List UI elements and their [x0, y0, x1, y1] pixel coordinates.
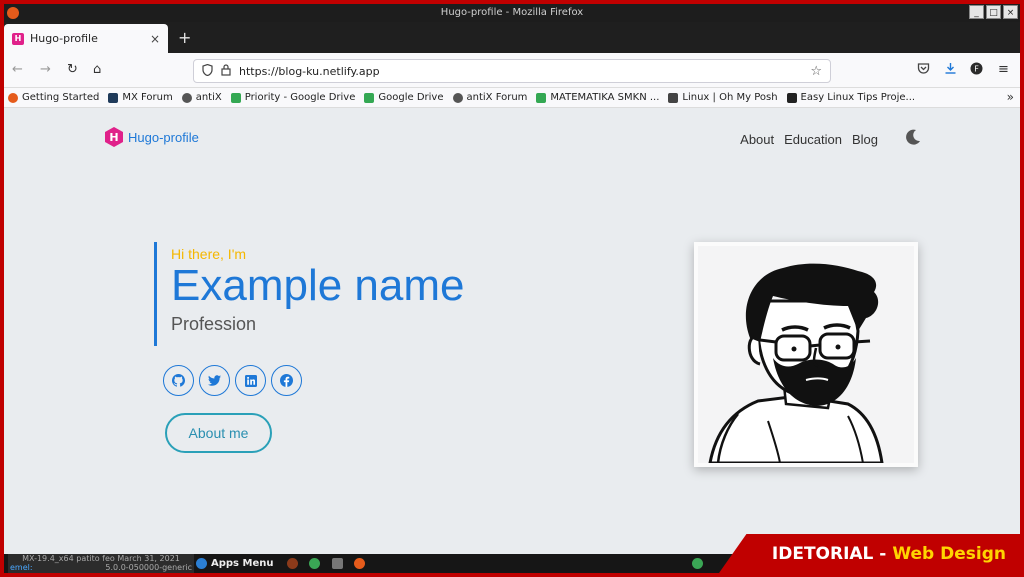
- hero-name: Example name: [171, 261, 465, 310]
- avatar-illustration: [708, 263, 884, 463]
- browser-window: Hugo-profile - Mozilla Firefox _ □ × H H…: [4, 4, 1020, 573]
- github-link[interactable]: [163, 365, 194, 396]
- web-page: H Hugo-profile About Education Blog Hi t…: [4, 108, 1020, 554]
- twitter-icon: [208, 375, 221, 386]
- drive-icon: [536, 92, 547, 103]
- reload-icon[interactable]: ↻: [67, 62, 78, 78]
- bookmarks-toolbar: Getting Started MX Forum antiX Priority - G…: [4, 88, 1020, 108]
- taskbar-launcher-icon[interactable]: [309, 558, 320, 569]
- bookmark-label: Getting Started: [22, 92, 100, 103]
- bookmark-item[interactable]: MATEMATIKA SMKN ...: [536, 92, 659, 103]
- greeting-text: Hi there, I'm: [171, 246, 247, 262]
- bookmark-item[interactable]: Linux | Oh My Posh: [668, 92, 778, 103]
- bookmark-label: MX Forum: [122, 92, 173, 103]
- back-icon[interactable]: ←: [12, 62, 23, 78]
- window-controls: _ □ ×: [969, 5, 1018, 19]
- menu-item-education[interactable]: Education: [784, 132, 842, 147]
- watermark-highlight: Web Design: [892, 543, 1006, 564]
- menu-item-blog[interactable]: Blog: [852, 132, 878, 147]
- home-icon[interactable]: ⌂: [93, 62, 101, 78]
- bookmark-label: Linux | Oh My Posh: [682, 92, 778, 103]
- bookmark-star-icon[interactable]: ☆: [810, 64, 822, 79]
- bookmark-label: Priority - Google Drive: [244, 92, 356, 103]
- site-menu: About Education Blog: [740, 132, 878, 147]
- globe-icon: [181, 92, 192, 103]
- facebook-link[interactable]: [271, 365, 302, 396]
- url-bar[interactable]: https://blog-ku.netlify.app ☆: [193, 59, 831, 83]
- firefox-taskbar-icon[interactable]: [354, 558, 365, 569]
- system-info-label: emel:: [10, 563, 33, 572]
- pocket-icon[interactable]: [917, 62, 930, 80]
- linkedin-link[interactable]: [235, 365, 266, 396]
- window-titlebar: Hugo-profile - Mozilla Firefox _ □ ×: [4, 4, 1020, 22]
- watermark-prefix: IDETORIAL -: [771, 543, 887, 564]
- downloads-icon[interactable]: [944, 62, 957, 80]
- kernel-version: 5.0.0-050000-generic: [105, 563, 192, 572]
- globe-icon: [452, 92, 463, 103]
- apps-menu-button[interactable]: Apps Menu: [196, 556, 273, 571]
- tab-title: Hugo-profile: [30, 32, 98, 45]
- bookmark-label: Easy Linux Tips Proje...: [800, 92, 916, 103]
- shield-icon[interactable]: [202, 63, 213, 79]
- bookmark-item[interactable]: MX Forum: [108, 92, 173, 103]
- system-info-line: MX-19.4_x64 patito feo March 31, 2021: [22, 554, 180, 563]
- firefox-icon: [8, 92, 18, 103]
- bookmark-label: Google Drive: [378, 92, 444, 103]
- facebook-icon: [280, 374, 293, 387]
- tux-icon: [786, 92, 797, 103]
- window-title: Hugo-profile - Mozilla Firefox: [440, 7, 584, 18]
- maximize-button[interactable]: □: [986, 5, 1001, 19]
- bookmark-item[interactable]: Priority - Google Drive: [230, 92, 356, 103]
- bookmark-item[interactable]: Getting Started: [8, 92, 99, 103]
- bookmark-label: antiX Forum: [466, 92, 528, 103]
- terminal-icon: [668, 92, 679, 103]
- idetorial-watermark: IDETORIAL - Web Design: [719, 534, 1024, 573]
- taskbar-launcher-icon[interactable]: [287, 558, 298, 569]
- apps-menu-icon: [196, 558, 207, 569]
- about-me-button[interactable]: About me: [165, 413, 272, 453]
- linkedin-icon: [244, 374, 257, 387]
- close-window-button[interactable]: ×: [1003, 5, 1018, 19]
- tab-hugo-profile[interactable]: H Hugo-profile ×: [4, 24, 168, 53]
- twitter-link[interactable]: [199, 365, 230, 396]
- app-menu-icon[interactable]: ≡: [998, 62, 1009, 78]
- bookmark-label: antiX: [195, 92, 222, 103]
- apps-menu-label: Apps Menu: [211, 558, 274, 569]
- drive-icon: [364, 92, 375, 103]
- bookmarks-overflow-icon[interactable]: »: [1007, 90, 1014, 104]
- dark-mode-moon-icon[interactable]: [904, 128, 922, 146]
- bookmark-label: MATEMATIKA SMKN ...: [550, 92, 660, 103]
- hugo-logo-icon: H: [105, 127, 123, 147]
- minimize-button[interactable]: _: [969, 5, 984, 19]
- hero-intro: Hi there, I'm Example name Profession: [154, 242, 464, 346]
- firefox-icon: [7, 7, 19, 19]
- profession-text: Profession: [171, 314, 257, 334]
- navigation-toolbar: ← → ↻ ⌂ https://blog-ku.netlify.app ☆ F …: [4, 53, 1020, 88]
- file-manager-icon[interactable]: [332, 558, 343, 569]
- svg-text:F: F: [974, 65, 979, 74]
- bookmark-item[interactable]: Easy Linux Tips Proje...: [786, 92, 916, 103]
- bookmark-item[interactable]: Google Drive: [364, 92, 444, 103]
- github-icon: [172, 374, 185, 387]
- social-links: [163, 365, 302, 396]
- site-brand[interactable]: H Hugo-profile: [104, 126, 199, 148]
- brand-name: Hugo-profile: [128, 129, 199, 145]
- tray-icon[interactable]: [692, 558, 703, 569]
- system-info-panel: MX-19.4_x64 patito feo March 31, 2021 em…: [8, 554, 194, 573]
- menu-item-about[interactable]: About: [740, 132, 774, 147]
- forward-icon[interactable]: →: [40, 62, 51, 78]
- profile-icon[interactable]: F: [970, 62, 983, 80]
- mx-icon: [108, 92, 119, 103]
- bookmark-item[interactable]: antiX Forum: [452, 92, 528, 103]
- bookmark-item[interactable]: antiX: [181, 92, 222, 103]
- hugo-favicon-icon: H: [12, 32, 24, 45]
- brand-logo-letter: H: [109, 131, 118, 144]
- profile-portrait: [694, 242, 918, 467]
- url-text[interactable]: https://blog-ku.netlify.app: [239, 65, 810, 78]
- drive-icon: [230, 92, 241, 103]
- new-tab-button[interactable]: +: [178, 28, 191, 48]
- lock-icon[interactable]: [221, 63, 231, 79]
- close-tab-icon[interactable]: ×: [150, 32, 160, 46]
- tab-strip: H Hugo-profile × +: [4, 22, 1020, 53]
